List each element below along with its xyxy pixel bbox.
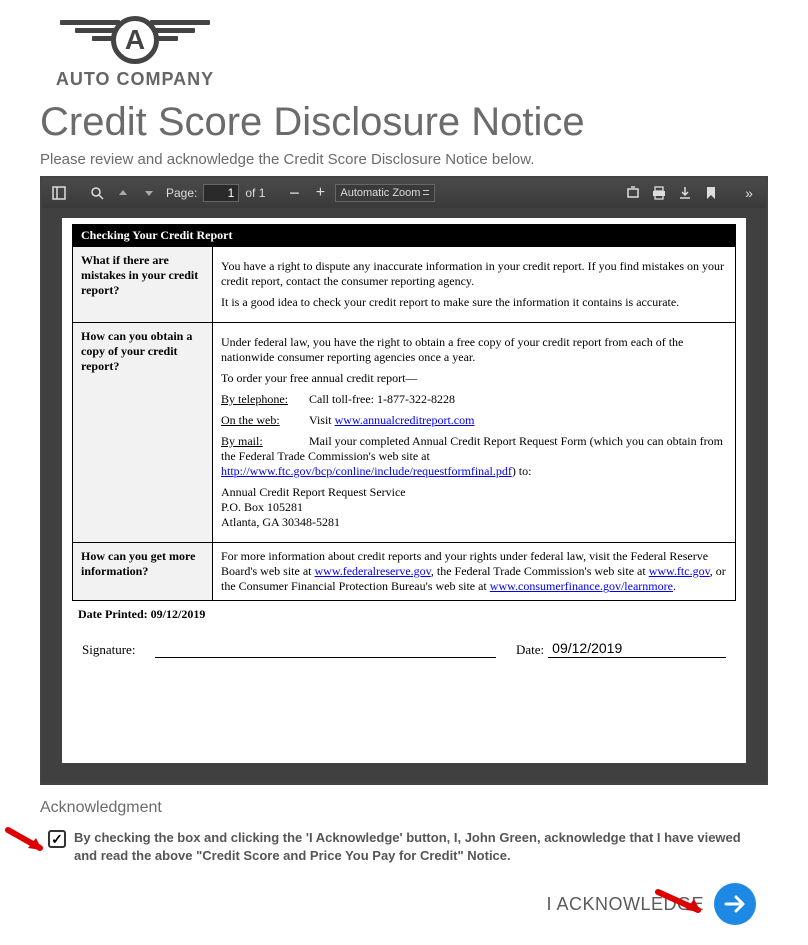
pdf-page: Checking Your Credit Report What if ther…	[62, 218, 746, 763]
row-label: How can you obtain a copy of your credit…	[73, 323, 213, 543]
page-subtitle: Please review and acknowledge the Credit…	[40, 151, 768, 168]
acknowledge-button-label: I ACKNOWLEDGE	[546, 894, 704, 915]
bookmark-icon[interactable]	[700, 182, 722, 204]
date-line: 09/12/2019	[548, 640, 726, 658]
company-logo: A AUTO COMPANY	[40, 12, 230, 90]
date-label: Date:	[516, 642, 544, 658]
page-title: Credit Score Disclosure Notice	[40, 100, 768, 145]
page-of-label: of 1	[245, 186, 265, 200]
row-content: You have a right to dispute any inaccura…	[213, 247, 736, 323]
presentation-icon[interactable]	[622, 182, 644, 204]
page-label: Page:	[166, 186, 197, 200]
cfpb-link[interactable]: www.consumerfinance.gov/learnmore	[490, 579, 673, 593]
pdf-toolbar: Page: of 1 − + Automatic Zoom »	[42, 178, 766, 208]
section-header: Checking Your Credit Report	[73, 225, 736, 247]
row-content: For more information about credit report…	[213, 543, 736, 601]
row-label: What if there are mistakes in your credi…	[73, 247, 213, 323]
signature-label: Signature:	[82, 642, 135, 658]
logo-letter: A	[111, 16, 159, 64]
pdf-scroll-area[interactable]: Checking Your Credit Report What if ther…	[42, 208, 766, 783]
acknowledge-checkbox[interactable]: ✓	[48, 830, 66, 848]
download-icon[interactable]	[674, 182, 696, 204]
zoom-out-icon[interactable]: −	[283, 182, 305, 204]
row-label: How can you get more information?	[73, 543, 213, 601]
row-content: Under federal law, you have the right to…	[213, 323, 736, 543]
acknowledge-button[interactable]	[714, 883, 756, 925]
acknowledgment-text: By checking the box and clicking the 'I …	[74, 829, 756, 865]
federalreserve-link[interactable]: www.federalreserve.gov	[314, 564, 430, 578]
signature-line	[155, 640, 496, 658]
sidebar-toggle-icon[interactable]	[48, 182, 70, 204]
tools-icon[interactable]: »	[738, 182, 760, 204]
print-icon[interactable]	[648, 182, 670, 204]
annualcreditreport-link[interactable]: www.annualcreditreport.com	[335, 413, 475, 427]
zoom-select[interactable]: Automatic Zoom	[335, 184, 435, 202]
page-number-input[interactable]	[203, 184, 239, 202]
logo-company-name: AUTO COMPANY	[56, 69, 214, 90]
date-printed: Date Printed: 09/12/2019	[78, 607, 736, 622]
pdf-viewer: Page: of 1 − + Automatic Zoom »	[40, 176, 768, 785]
arrow-right-icon	[722, 891, 748, 917]
search-icon[interactable]	[86, 182, 108, 204]
acknowledgment-title: Acknowledgment	[40, 799, 756, 817]
next-page-icon[interactable]	[138, 182, 160, 204]
zoom-in-icon[interactable]: +	[309, 182, 331, 204]
ftc-form-link[interactable]: http://www.ftc.gov/bcp/conline/include/r…	[221, 464, 512, 478]
ftc-link[interactable]: www.ftc.gov	[649, 564, 710, 578]
prev-page-icon[interactable]	[112, 182, 134, 204]
